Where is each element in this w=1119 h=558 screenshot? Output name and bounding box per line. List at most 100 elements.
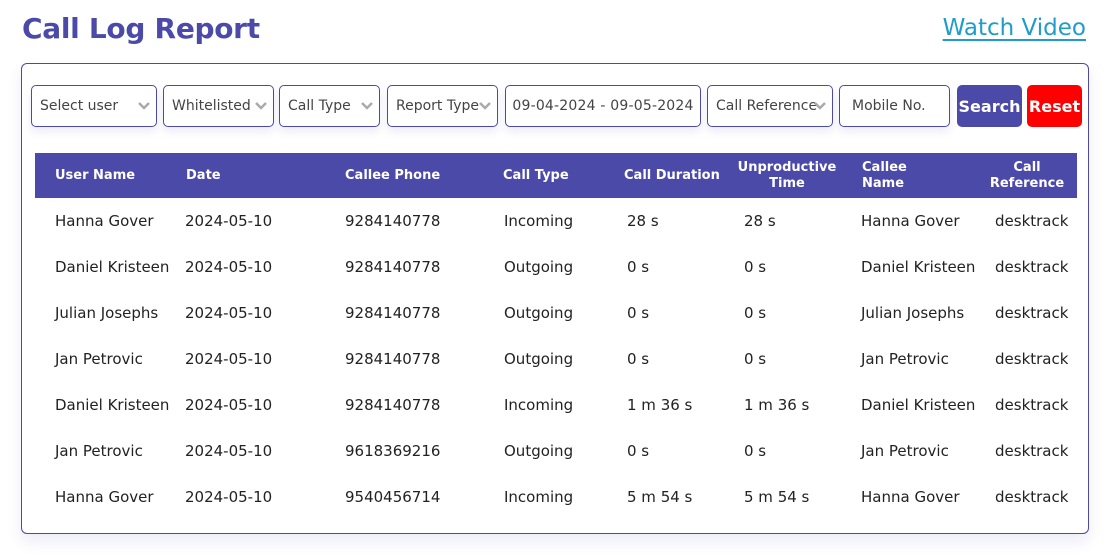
cell-unproductive-time: 0 s — [744, 350, 767, 368]
cell-unproductive-time: 0 s — [744, 442, 767, 460]
cell-callee-name: Jan Petrovic — [861, 442, 949, 460]
column-header-date[interactable]: Date — [186, 153, 221, 198]
cell-callee-phone: 9284140778 — [345, 212, 441, 230]
watch-video-link[interactable]: Watch Video — [943, 15, 1086, 41]
call-type-dropdown[interactable]: Call Type — [279, 85, 380, 127]
table-row[interactable]: Jan Petrovic 2024-05-10 9284140778 Outgoing… — [35, 336, 1077, 382]
cell-callee-name: Hanna Gover — [861, 212, 960, 230]
table-row[interactable]: Daniel Kristeen 2024-05-10 9284140778 Outgo… — [35, 244, 1077, 290]
chevron-down-icon — [479, 101, 491, 111]
cell-user-name: Hanna Gover — [55, 488, 154, 506]
call-type-label: Call Type — [288, 98, 351, 114]
cell-call-reference: desktrack — [995, 488, 1069, 506]
cell-date: 2024-05-10 — [185, 488, 273, 506]
table-row[interactable]: Hanna Gover 2024-05-10 9284140778 Incoming 2… — [35, 198, 1077, 244]
whitelisted-label: Whitelisted — [172, 98, 251, 114]
report-type-label: Report Type — [396, 98, 480, 114]
column-header-unproductive-time[interactable]: Unproductive Time — [735, 153, 839, 198]
cell-call-duration: 0 s — [627, 304, 650, 322]
header-line: Callee — [862, 159, 907, 175]
search-button[interactable]: Search — [957, 85, 1022, 127]
cell-call-reference: desktrack — [995, 258, 1069, 276]
page-title: Call Log Report — [22, 12, 260, 45]
select-user-label: Select user — [40, 98, 119, 114]
cell-call-duration: 0 s — [627, 442, 650, 460]
cell-user-name: Daniel Kristeen — [55, 396, 170, 414]
cell-callee-phone: 9284140778 — [345, 304, 441, 322]
table-body: Hanna Gover 2024-05-10 9284140778 Incoming 2… — [35, 198, 1077, 520]
header-line: Reference — [989, 175, 1065, 191]
cell-call-type: Outgoing — [504, 442, 574, 460]
table-row[interactable]: Jan Petrovic 2024-05-10 9618369216 Outgoing… — [35, 428, 1077, 474]
cell-user-name: Jan Petrovic — [55, 442, 143, 460]
cell-call-reference: desktrack — [995, 212, 1069, 230]
reset-button[interactable]: Reset — [1027, 85, 1082, 127]
chevron-down-icon — [255, 101, 267, 111]
cell-call-reference: desktrack — [995, 442, 1069, 460]
chevron-down-icon — [361, 101, 373, 111]
table-row[interactable]: Daniel Kristeen 2024-05-10 9284140778 Incom… — [35, 382, 1077, 428]
table-row[interactable]: Hanna Gover 2024-05-10 9540456714 Incoming 5… — [35, 474, 1077, 520]
cell-callee-phone: 9540456714 — [345, 488, 441, 506]
date-range-picker[interactable]: 09-04-2024 - 09-05-2024 — [505, 85, 701, 127]
cell-call-type: Outgoing — [504, 258, 574, 276]
cell-date: 2024-05-10 — [185, 350, 273, 368]
cell-callee-name: Julian Josephs — [861, 304, 965, 322]
cell-unproductive-time: 28 s — [744, 212, 776, 230]
cell-date: 2024-05-10 — [185, 258, 273, 276]
column-header-user-name[interactable]: User Name — [55, 153, 135, 198]
column-header-callee-name[interactable]: Callee Name — [862, 153, 907, 198]
cell-callee-phone: 9284140778 — [345, 258, 441, 276]
header-line: Time — [769, 175, 805, 191]
table-header: User Name Date Callee Phone Call Type Ca… — [35, 153, 1077, 198]
header-line: Call — [1013, 159, 1041, 175]
header-line: Unproductive — [737, 159, 837, 175]
chevron-down-icon — [138, 101, 150, 111]
cell-user-name: Hanna Gover — [55, 212, 154, 230]
cell-call-reference: desktrack — [995, 304, 1069, 322]
cell-callee-phone: 9284140778 — [345, 396, 441, 414]
cell-call-type: Incoming — [504, 212, 574, 230]
cell-unproductive-time: 5 m 54 s — [744, 488, 810, 506]
chevron-down-icon — [814, 101, 826, 111]
cell-unproductive-time: 0 s — [744, 304, 767, 322]
table-row[interactable]: Julian Josephs 2024-05-10 9284140778 Outgoi… — [35, 290, 1077, 336]
report-type-dropdown[interactable]: Report Type — [387, 85, 498, 127]
cell-unproductive-time: 0 s — [744, 258, 767, 276]
cell-call-duration: 5 m 54 s — [627, 488, 693, 506]
call-log-table: User Name Date Callee Phone Call Type Ca… — [35, 153, 1077, 520]
cell-callee-name: Daniel Kristeen — [861, 258, 976, 276]
cell-call-type: Incoming — [504, 488, 574, 506]
cell-user-name: Daniel Kristeen — [55, 258, 170, 276]
cell-callee-phone: 9284140778 — [345, 350, 441, 368]
cell-user-name: Jan Petrovic — [55, 350, 143, 368]
select-user-dropdown[interactable]: Select user — [31, 85, 157, 127]
cell-call-reference: desktrack — [995, 396, 1069, 414]
report-panel: Select user Whitelisted Call Type Report… — [21, 63, 1089, 534]
cell-call-duration: 0 s — [627, 258, 650, 276]
cell-date: 2024-05-10 — [185, 442, 273, 460]
cell-date: 2024-05-10 — [185, 304, 273, 322]
cell-call-duration: 28 s — [627, 212, 659, 230]
date-range-value: 09-04-2024 - 09-05-2024 — [512, 98, 694, 114]
cell-call-duration: 0 s — [627, 350, 650, 368]
whitelisted-dropdown[interactable]: Whitelisted — [163, 85, 274, 127]
mobile-number-input[interactable]: Mobile No. — [839, 85, 950, 127]
cell-date: 2024-05-10 — [185, 396, 273, 414]
cell-callee-name: Hanna Gover — [861, 488, 960, 506]
cell-user-name: Julian Josephs — [55, 304, 159, 322]
column-header-callee-phone[interactable]: Callee Phone — [345, 153, 440, 198]
cell-call-duration: 1 m 36 s — [627, 396, 693, 414]
column-header-call-duration[interactable]: Call Duration — [624, 153, 720, 198]
cell-unproductive-time: 1 m 36 s — [744, 396, 810, 414]
call-reference-dropdown[interactable]: Call Reference — [707, 85, 833, 127]
cell-call-type: Outgoing — [504, 304, 574, 322]
call-reference-label: Call Reference — [716, 98, 818, 114]
column-header-call-reference[interactable]: Call Reference — [987, 153, 1067, 198]
cell-call-type: Outgoing — [504, 350, 574, 368]
column-header-call-type[interactable]: Call Type — [503, 153, 569, 198]
mobile-number-placeholder: Mobile No. — [852, 98, 926, 114]
cell-date: 2024-05-10 — [185, 212, 273, 230]
cell-call-reference: desktrack — [995, 350, 1069, 368]
header-line: Name — [862, 175, 905, 191]
